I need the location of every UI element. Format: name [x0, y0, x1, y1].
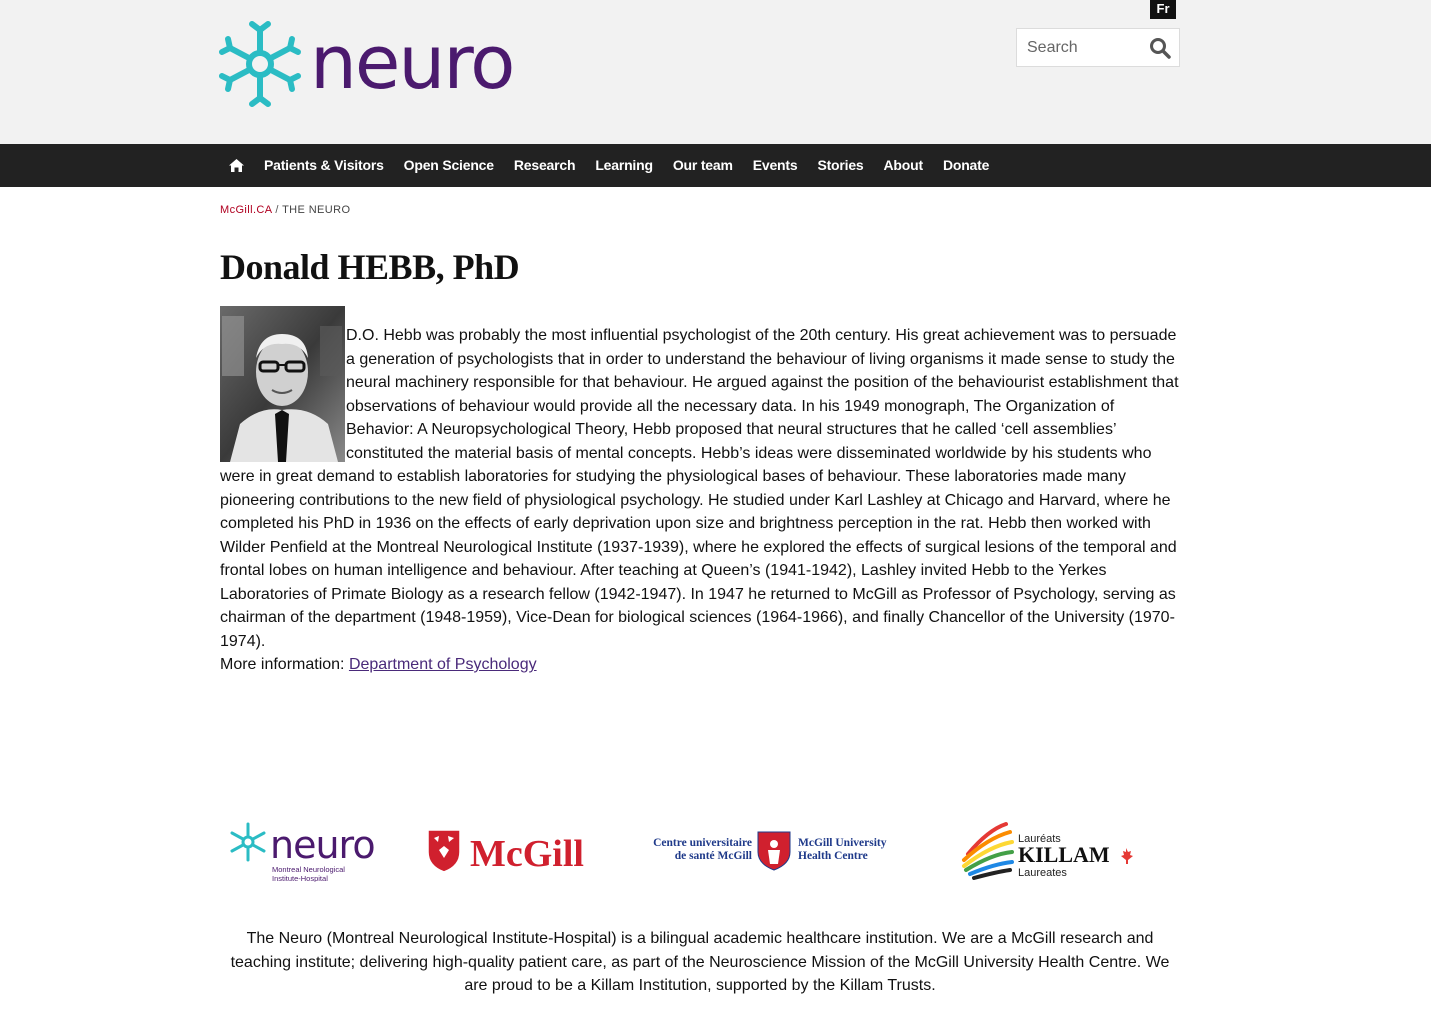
footer-description: The Neuro (Montreal Neurological Institu…	[230, 930, 1170, 994]
search-icon[interactable]	[1149, 37, 1171, 59]
partner-logos: neuro Montreal Neurological Institute-Ho…	[220, 812, 1182, 892]
breadcrumb-current: THE NEURO	[282, 204, 351, 216]
language-toggle-button[interactable]: Fr	[1150, 0, 1176, 19]
nav-item-open-science[interactable]: Open Science	[394, 144, 504, 187]
search-box	[1016, 28, 1180, 67]
nav-item-research[interactable]: Research	[504, 144, 585, 187]
neuro-logo[interactable]: neuro	[218, 20, 578, 110]
muhc-fr-line1: Centre universitaire	[653, 837, 752, 849]
page-title: Donald HEBB, PhD	[220, 247, 520, 287]
nav-item-our-team[interactable]: Our team	[663, 144, 743, 187]
breadcrumb-separator: /	[271, 204, 283, 216]
killam-bottom-label: Laureates	[1018, 867, 1067, 879]
muhc-en-line1: McGill University	[798, 837, 887, 849]
nav-item-stories[interactable]: Stories	[807, 144, 873, 187]
home-icon	[229, 159, 244, 172]
nav-item-donate[interactable]: Donate	[933, 144, 999, 187]
search-input[interactable]	[1017, 29, 1141, 66]
killam-name: KILLAM	[1018, 842, 1110, 867]
muhc-fr-line2: de santé McGill	[675, 850, 752, 862]
neuro-partner-logo[interactable]: neuro Montreal Neurological Institute-Ho…	[228, 820, 393, 882]
main-navigation: Patients & Visitors Open Science Researc…	[0, 144, 1431, 187]
neuron-small-icon	[230, 822, 266, 862]
bio-content: D.O. Hebb was probably the most influent…	[220, 306, 1182, 677]
nav-item-patients-visitors[interactable]: Patients & Visitors	[254, 144, 394, 187]
mcgill-partner-name: McGill	[470, 833, 584, 874]
nav-item-learning[interactable]: Learning	[585, 144, 663, 187]
bio-paragraph: D.O. Hebb was probably the most influent…	[220, 327, 1179, 650]
nav-item-about[interactable]: About	[874, 144, 933, 187]
breadcrumb-mcgill-link[interactable]: McGill.CA	[220, 204, 272, 216]
breadcrumb: McGill.CA / THE NEURO	[220, 204, 350, 216]
logo-wordmark: neuro	[310, 20, 513, 106]
killam-partner-logo[interactable]: Lauréats KILLAM Laureates	[960, 820, 1135, 880]
site-header: Fr neuro	[0, 0, 1431, 144]
mcgill-partner-logo[interactable]: McGill	[426, 828, 604, 874]
portrait-photo	[220, 306, 345, 462]
more-info-label: More information:	[220, 656, 349, 673]
neuro-partner-name: neuro	[270, 823, 375, 867]
muhc-en-line2: Health Centre	[798, 850, 868, 862]
nav-item-events[interactable]: Events	[743, 144, 808, 187]
neuron-icon	[219, 21, 301, 107]
killam-stripes-icon	[962, 822, 1014, 880]
maple-leaf-icon	[1121, 848, 1133, 864]
nav-home-button[interactable]	[220, 144, 254, 187]
muhc-partner-logo[interactable]: Centre universitaire de santé McGill McG…	[644, 828, 894, 872]
more-info-line: More information: Department of Psycholo…	[220, 653, 1182, 677]
neuro-partner-sub2: Institute-Hospital	[272, 874, 328, 882]
neuro-partner-sub1: Montreal Neurological	[272, 865, 345, 874]
department-psychology-link[interactable]: Department of Psychology	[349, 656, 537, 673]
